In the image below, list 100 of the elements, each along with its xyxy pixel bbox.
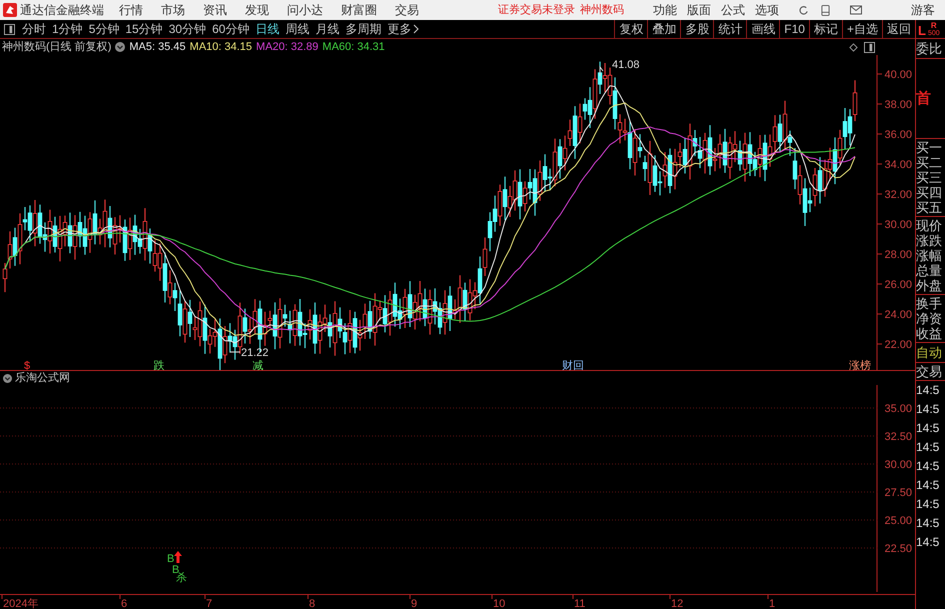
menu-item[interactable]: 交易: [386, 3, 428, 17]
price-axis-label: 32.00: [884, 189, 912, 201]
period-tab[interactable]: 多周期: [342, 20, 384, 38]
board-label: 首: [916, 91, 931, 106]
period-tab[interactable]: 分时: [19, 20, 49, 38]
quote-label: 涨幅: [916, 248, 943, 263]
toolbar-button[interactable]: 返回: [882, 20, 915, 38]
quote-label: 总量: [916, 263, 943, 278]
toolbar-button[interactable]: 标记: [808, 20, 842, 38]
high-price-label: 41.08: [600, 59, 640, 76]
quote-label: 交易: [916, 363, 945, 381]
time-axis-label: 10: [493, 598, 506, 609]
toolbar-button[interactable]: 复权: [614, 20, 648, 38]
menu-item[interactable]: 公式: [716, 3, 750, 17]
quote-label: 买五: [916, 200, 943, 215]
event-marker[interactable]: 跌: [154, 360, 164, 370]
app-logo-icon: [3, 3, 17, 17]
menu-item[interactable]: 功能: [648, 3, 682, 17]
indicator-title: 乐淘公式网: [15, 370, 70, 386]
panel-toggle-icon[interactable]: [4, 24, 15, 34]
quote-label: 换手: [916, 296, 943, 311]
quote-label: 收益: [916, 326, 943, 341]
period-tab[interactable]: 5分钟: [86, 20, 122, 38]
trade-time: 14:5: [916, 439, 940, 456]
menu-item[interactable]: 市场: [152, 3, 194, 17]
refresh-icon[interactable]: [798, 4, 809, 16]
trade-time: 14:5: [916, 382, 940, 399]
time-axis-label: 11: [574, 598, 586, 609]
price-axis-label: 38.00: [884, 99, 912, 111]
stock-title: 神州数码(日线 前复权): [2, 40, 112, 55]
quote-label: 买二: [916, 155, 943, 170]
menu-item[interactable]: 行情: [110, 3, 152, 17]
chevron-down-icon[interactable]: [115, 42, 126, 52]
time-axis-label: 1: [769, 598, 776, 609]
price-axis-label: 40.00: [884, 69, 912, 81]
time-axis-label: 7: [206, 598, 212, 609]
indicator-axis-label: 27.50: [884, 487, 912, 499]
menu-item[interactable]: 资讯: [194, 3, 236, 17]
trade-time: 14:5: [916, 534, 940, 551]
price-axis-label: 28.00: [884, 249, 912, 261]
quote-label: 涨跌: [916, 233, 943, 248]
price-axis-label: 30.00: [884, 219, 912, 231]
stock-link[interactable]: 神州数码: [580, 3, 624, 17]
moving-average-value: MA5: 35.45: [129, 40, 186, 55]
chevron-down-icon[interactable]: [3, 374, 12, 382]
trade-time: 14:5: [916, 401, 940, 418]
event-marker[interactable]: $: [24, 360, 30, 370]
trade-time: 14:5: [916, 515, 940, 532]
chevron-right-icon: [413, 24, 420, 34]
buy-signal: B: [167, 553, 174, 565]
toolbar-button[interactable]: +自选: [842, 20, 882, 38]
period-tab[interactable]: 15分钟: [122, 20, 166, 38]
login-status: 证券交易未登录: [498, 3, 575, 17]
trade-time: 14:5: [916, 496, 940, 513]
toolbar-button[interactable]: 统计: [713, 20, 746, 38]
menu-item[interactable]: 财富圈: [332, 3, 386, 17]
toolbar-button[interactable]: 画线: [746, 20, 780, 38]
mail-icon[interactable]: [850, 5, 862, 15]
time-axis-label: 12: [671, 598, 684, 609]
period-tab[interactable]: 30分钟: [166, 20, 210, 38]
level-indicator: L: [918, 23, 926, 38]
time-axis-label: 6: [121, 598, 128, 609]
period-tab[interactable]: 日线: [252, 20, 282, 38]
menu-item[interactable]: 版面: [682, 3, 716, 17]
period-tab[interactable]: 月线: [312, 20, 342, 38]
auto-label: 自动: [916, 343, 945, 363]
quote-label: 买三: [916, 170, 943, 185]
quote-label: 净资: [916, 311, 943, 326]
price-axis-label: 36.00: [884, 129, 912, 141]
moving-average-value: MA10: 34.15: [190, 40, 252, 55]
level-indicator: R: [930, 22, 937, 30]
panel-toggle-icon[interactable]: [864, 42, 875, 52]
menu-item[interactable]: 选项: [750, 3, 784, 17]
phone-icon[interactable]: [821, 4, 830, 16]
quote-label: 买四: [916, 185, 943, 200]
user-name: 游客: [911, 3, 935, 17]
diamond-icon[interactable]: [849, 42, 858, 52]
period-tab[interactable]: 60分钟: [209, 20, 252, 38]
quote-label: 现价: [916, 218, 943, 233]
indicator-axis-label: 32.50: [884, 431, 912, 443]
indicator-axis-label: 22.50: [884, 543, 912, 555]
quote-label: 外盘: [916, 278, 943, 293]
trade-time: 14:5: [916, 458, 940, 475]
menu-item[interactable]: 发现: [236, 3, 278, 17]
time-axis-label: 8: [309, 598, 316, 609]
toolbar-button[interactable]: 叠加: [647, 20, 680, 38]
period-tab[interactable]: 周线: [282, 20, 312, 38]
low-price-label: 21.22: [230, 347, 269, 359]
moving-average-value: MA60: 34.31: [322, 40, 385, 55]
up-arrow-icon: [174, 551, 182, 563]
quote-label: 委比: [916, 39, 945, 59]
indicator-axis-label: 35.00: [884, 403, 912, 415]
toolbar-button[interactable]: 多股: [680, 20, 714, 38]
indicator-axis-label: 30.00: [884, 459, 912, 471]
quote-label: 买一: [916, 140, 943, 155]
menu-item[interactable]: 问小达: [278, 3, 332, 17]
price-axis-label: 34.00: [884, 159, 912, 171]
toolbar-button[interactable]: F10: [779, 20, 809, 38]
period-tab[interactable]: 1分钟: [49, 20, 86, 38]
more-button[interactable]: 更多: [384, 20, 422, 38]
